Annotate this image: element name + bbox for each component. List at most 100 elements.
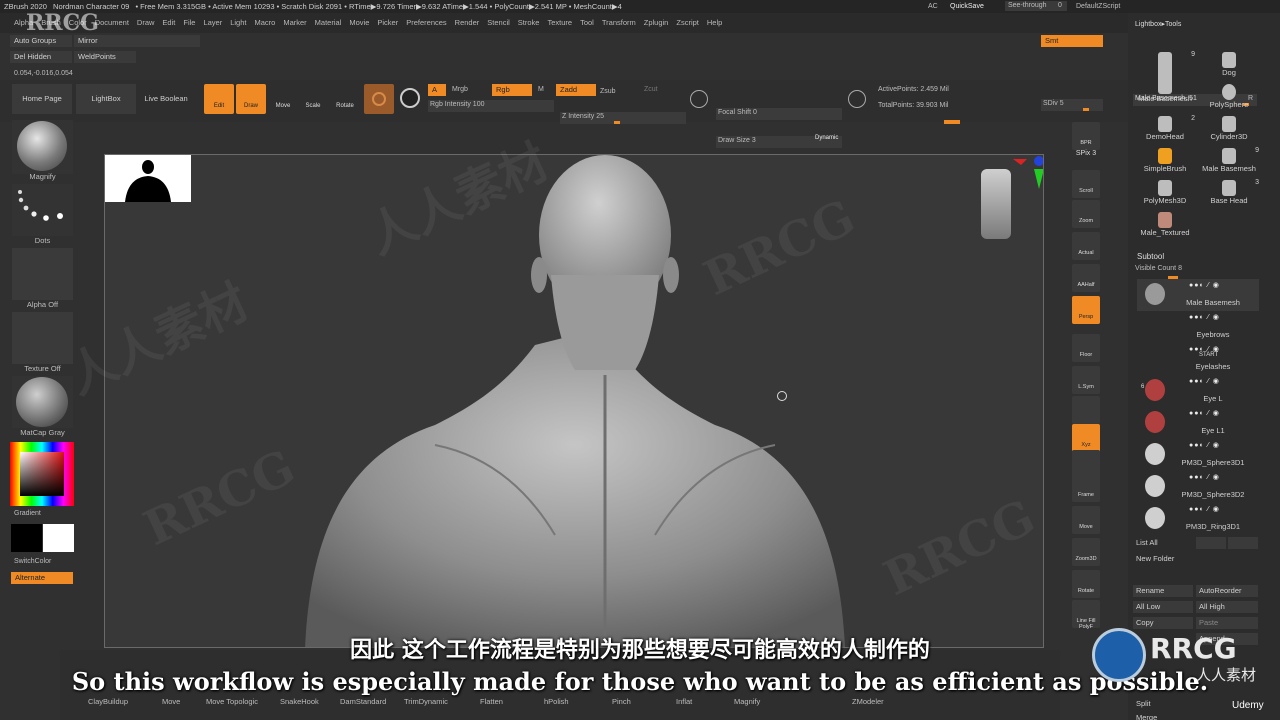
alternate-button[interactable]: Alternate	[11, 572, 73, 584]
weld-points-button[interactable]: WeldPoints	[74, 51, 136, 63]
menu-item-tool[interactable]: Tool	[580, 13, 594, 33]
main-color-swatch[interactable]	[11, 524, 42, 552]
brush-zmodeler[interactable]: ZModeler	[852, 697, 884, 706]
right-icon-rotate[interactable]: Rotate	[1072, 570, 1100, 598]
focal-shift-slider[interactable]: Focal Shift 0	[716, 108, 842, 120]
autoreorder-button[interactable]: AutoReorder	[1196, 585, 1258, 597]
menu-item-zplugin[interactable]: Zplugin	[644, 13, 669, 33]
menu-item-help[interactable]: Help	[707, 13, 722, 33]
right-icon-frame[interactable]: Frame	[1072, 474, 1100, 502]
mirror-button[interactable]: Mirror	[74, 35, 200, 47]
right-icon-zoom[interactable]: Zoom	[1072, 200, 1100, 228]
subtool-item[interactable]: ●●◐ ⁄ ◉ Male Basemesh	[1137, 279, 1259, 311]
brush-claybuildup[interactable]: ClayBuildup	[88, 697, 128, 706]
right-icon-bpr[interactable]: BPR	[1072, 122, 1100, 150]
right-icon-line-fill-polyf[interactable]: Line Fill PolyF	[1072, 600, 1100, 630]
subtool-visibility-toggles[interactable]: ●●◐ ⁄ ◉	[1189, 313, 1259, 321]
brush-icon[interactable]	[364, 84, 394, 114]
live-boolean-button[interactable]: Live Boolean	[138, 84, 194, 114]
right-icon-aahalf[interactable]: AAHalf	[1072, 264, 1100, 292]
subtool-item[interactable]: ●●◐ ⁄ ◉ PM3D_Sphere3D2	[1137, 471, 1259, 503]
menu-item-stencil[interactable]: Stencil	[487, 13, 510, 33]
gradient-label[interactable]: Gradient	[14, 510, 41, 517]
alpha-preview[interactable]	[12, 248, 73, 300]
lightbox-tool-dog[interactable]: Dog	[1197, 50, 1261, 80]
new-folder-button[interactable]: New Folder	[1133, 553, 1193, 565]
lightbox-tool-polysphere[interactable]: PolySphere	[1197, 82, 1261, 112]
menu-item-marker[interactable]: Marker	[283, 13, 306, 33]
split-button[interactable]: Split	[1133, 698, 1193, 710]
subtool-visibility-toggles[interactable]: ●●◐ ⁄ ◉	[1189, 441, 1259, 449]
right-icon-spix-3[interactable]: SPix 3	[1072, 150, 1100, 162]
draw-button[interactable]: Draw	[236, 84, 266, 114]
subtool-item[interactable]: ●●◐ ⁄ ◉ Eye L 6	[1137, 375, 1259, 407]
brush-hpolish[interactable]: hPolish	[544, 697, 569, 706]
color-picker-square[interactable]	[20, 452, 64, 496]
rotate-button[interactable]: Rotate	[330, 84, 360, 114]
lightbox-tool-male-basemesh[interactable]: Male Basemesh 9	[1133, 50, 1197, 112]
subtool-title[interactable]: Subtool	[1137, 252, 1164, 261]
seethrough-slider[interactable]: See-through 0	[1005, 1, 1067, 11]
right-icon-persp[interactable]: Persp	[1072, 296, 1100, 324]
scale-button[interactable]: Scale	[298, 84, 328, 114]
move-tool-button[interactable]: Move	[268, 84, 298, 114]
brush-snakehook[interactable]: SnakeHook	[280, 697, 319, 706]
a-button[interactable]: A	[428, 84, 446, 96]
rename-button[interactable]: Rename	[1133, 585, 1193, 597]
stroke-s-icon[interactable]	[690, 90, 708, 108]
lightbox-tool-demohead[interactable]: DemoHead 2	[1133, 114, 1197, 144]
menu-item-preferences[interactable]: Preferences	[406, 13, 446, 33]
right-icon-xyz[interactable]: Xyz	[1072, 424, 1100, 452]
brush-pinch[interactable]: Pinch	[612, 697, 631, 706]
color-picker-ring[interactable]	[10, 442, 74, 506]
mrgb-button[interactable]: Mrgb	[452, 86, 468, 93]
quicksave-button[interactable]: QuickSave	[950, 3, 984, 10]
menu-item-file[interactable]: File	[183, 13, 195, 33]
right-icon-scroll[interactable]: Scroll	[1072, 170, 1100, 198]
lightbox-tool-simplebrush[interactable]: SimpleBrush	[1133, 146, 1197, 176]
brush-move-topologic[interactable]: Move Topologic	[206, 697, 258, 706]
zadd-button[interactable]: Zadd	[556, 84, 596, 96]
auto-groups-button[interactable]: Auto Groups	[10, 35, 72, 47]
edit-button[interactable]: Edit	[204, 84, 234, 114]
secondary-color-swatch[interactable]	[43, 524, 74, 552]
brush-inflat[interactable]: Inflat	[676, 697, 692, 706]
draw-size-slider[interactable]: Draw Size 3 Dynamic	[716, 135, 842, 148]
menu-item-layer[interactable]: Layer	[203, 13, 222, 33]
zsub-button[interactable]: Zsub	[600, 88, 616, 95]
lightbox-button[interactable]: LightBox	[76, 84, 136, 114]
lightbox-tool-cylinder3d[interactable]: Cylinder3D	[1197, 114, 1261, 144]
brush-trimdynamic[interactable]: TrimDynamic	[404, 697, 448, 706]
menu-item-draw[interactable]: Draw	[137, 13, 155, 33]
m-button[interactable]: M	[538, 86, 544, 93]
smt-button[interactable]: Smt	[1041, 35, 1103, 47]
right-icon-blank-9[interactable]	[1072, 396, 1100, 424]
all-low-button[interactable]: All Low	[1133, 601, 1193, 613]
all-high-button[interactable]: All High	[1196, 601, 1258, 613]
right-icon-floor[interactable]: Floor	[1072, 334, 1100, 362]
lightbox-tools-title[interactable]: Lightbox▸Tools	[1135, 20, 1181, 28]
merge-button[interactable]: Merge	[1133, 712, 1193, 720]
draw-d-icon[interactable]	[848, 90, 866, 108]
right-icon-actual[interactable]: Actual	[1072, 232, 1100, 260]
menu-item-light[interactable]: Light	[230, 13, 246, 33]
subtool-visibility-toggles[interactable]: ●●◐ ⁄ ◉	[1189, 281, 1259, 289]
default-zscript[interactable]: DefaultZScript	[1076, 3, 1120, 10]
subtool-item[interactable]: ●●◐ ⁄ ◉ Eye L1	[1137, 407, 1259, 439]
menu-item-edit[interactable]: Edit	[162, 13, 175, 33]
axis-gizmo-icon[interactable]	[1005, 155, 1044, 195]
menu-item-render[interactable]: Render	[455, 13, 480, 33]
lightbox-tool-male-basemesh[interactable]: Male Basemesh 9	[1197, 146, 1261, 176]
menu-item-macro[interactable]: Macro	[254, 13, 275, 33]
brush-move[interactable]: Move	[162, 697, 180, 706]
menu-item-stroke[interactable]: Stroke	[518, 13, 540, 33]
brush-damstandard[interactable]: DamStandard	[340, 697, 386, 706]
move-down-button[interactable]	[1228, 537, 1258, 549]
subtool-visibility-toggles[interactable]: ●●◐ ⁄ ◉	[1189, 505, 1259, 513]
menu-item-texture[interactable]: Texture	[547, 13, 572, 33]
menu-item-transform[interactable]: Transform	[602, 13, 636, 33]
brush-preview[interactable]	[12, 120, 73, 174]
move-up-button[interactable]	[1196, 537, 1226, 549]
subtool-item[interactable]: ●●◐ ⁄ ◉ Eyelashes START	[1137, 343, 1259, 375]
copy-button[interactable]: Copy	[1133, 617, 1193, 629]
